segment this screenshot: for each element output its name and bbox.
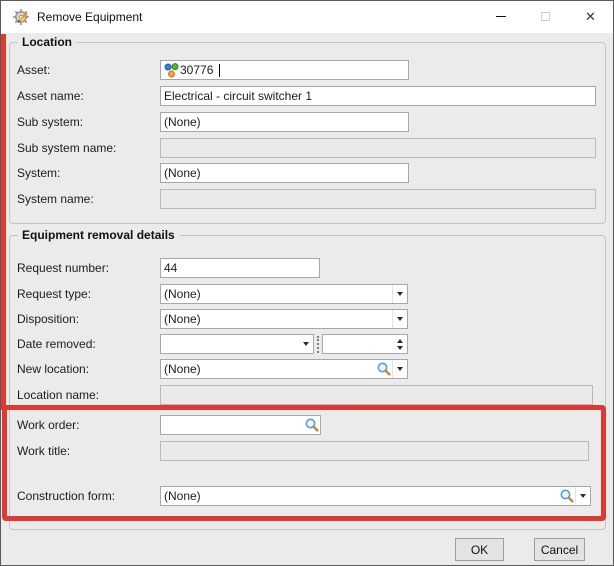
- dropdown-arrow-button[interactable]: [392, 310, 407, 328]
- work-order-input[interactable]: [160, 415, 321, 435]
- request-number-value: 44: [164, 261, 178, 275]
- sub-system-name-label: Sub system name:: [17, 141, 117, 155]
- disposition-value: (None): [164, 312, 201, 326]
- disposition-label: Disposition:: [17, 312, 80, 326]
- red-highlight-left-stripe: [1, 34, 6, 410]
- date-dropdown-arrow-button[interactable]: [298, 335, 313, 353]
- request-type-value: (None): [164, 287, 201, 301]
- chevron-down-icon: [397, 317, 403, 321]
- close-button[interactable]: ✕: [568, 1, 613, 32]
- new-location-value: (None): [164, 362, 201, 376]
- titlebar[interactable]: Remove Equipment ✕: [1, 1, 613, 33]
- maximize-button: [523, 1, 568, 32]
- work-title-field: [160, 441, 589, 461]
- dropdown-arrow-button[interactable]: [575, 487, 590, 505]
- sub-system-name-field: [160, 138, 596, 158]
- request-number-label: Request number:: [17, 261, 110, 275]
- date-removed-date-picker[interactable]: [160, 334, 314, 354]
- construction-form-value: (None): [164, 489, 201, 503]
- work-title-label: Work title:: [17, 444, 71, 458]
- system-field[interactable]: (None): [160, 163, 409, 183]
- asset-input[interactable]: 30776: [160, 60, 409, 80]
- ok-button[interactable]: OK: [455, 538, 504, 561]
- construction-form-dropdown[interactable]: (None): [160, 486, 591, 506]
- gear-pencil-app-icon: [12, 8, 30, 26]
- remove-equipment-dialog: Remove Equipment ✕ Location Asset: 30776…: [0, 0, 614, 566]
- request-type-label: Request type:: [17, 287, 92, 301]
- asset-name-value: Electrical - circuit switcher 1: [164, 89, 313, 103]
- sub-system-field[interactable]: (None): [160, 112, 409, 132]
- asset-name-label: Asset name:: [17, 89, 84, 103]
- asset-name-field: Electrical - circuit switcher 1: [160, 86, 596, 106]
- new-location-dropdown[interactable]: (None): [160, 359, 408, 379]
- date-removed-time-spinner[interactable]: [322, 334, 408, 354]
- asset-tree-icon: [164, 62, 180, 78]
- spin-down-icon: [397, 345, 403, 350]
- window-title: Remove Equipment: [37, 10, 143, 24]
- work-order-label: Work order:: [17, 418, 80, 432]
- location-name-field: [160, 385, 593, 405]
- search-icon[interactable]: [304, 417, 320, 433]
- system-name-field: [160, 189, 596, 209]
- system-label: System:: [17, 166, 61, 180]
- date-time-separator: [317, 336, 319, 353]
- asset-value: 30776: [180, 63, 214, 77]
- dropdown-arrow-button[interactable]: [392, 285, 407, 303]
- close-icon: ✕: [585, 9, 596, 24]
- date-removed-label: Date removed:: [17, 337, 96, 351]
- sub-system-label: Sub system:: [17, 115, 84, 129]
- disposition-dropdown[interactable]: (None): [160, 309, 408, 329]
- time-spin-buttons[interactable]: [393, 335, 407, 353]
- minimize-button[interactable]: [478, 1, 523, 32]
- text-cursor: [219, 63, 220, 77]
- sub-system-value: (None): [164, 115, 201, 129]
- location-group-title: Location: [18, 35, 76, 49]
- chevron-down-icon: [580, 494, 586, 498]
- minimize-icon: [495, 16, 506, 17]
- construction-form-label: Construction form:: [17, 489, 116, 503]
- spin-up-icon: [397, 338, 403, 343]
- search-icon[interactable]: [376, 361, 392, 377]
- chevron-down-icon: [302, 342, 309, 346]
- details-group-title: Equipment removal details: [18, 228, 179, 242]
- chevron-down-icon: [397, 367, 403, 371]
- chevron-down-icon: [397, 292, 403, 296]
- request-number-input[interactable]: 44: [160, 258, 320, 278]
- system-name-label: System name:: [17, 192, 94, 206]
- maximize-icon: [541, 12, 550, 21]
- location-name-label: Location name:: [17, 388, 100, 402]
- system-value: (None): [164, 166, 201, 180]
- caption-buttons: ✕: [478, 1, 613, 32]
- search-icon[interactable]: [559, 488, 575, 504]
- dropdown-arrow-button[interactable]: [392, 360, 407, 378]
- asset-label: Asset:: [17, 63, 51, 77]
- new-location-label: New location:: [17, 362, 90, 376]
- cancel-button[interactable]: Cancel: [534, 538, 585, 561]
- request-type-dropdown[interactable]: (None): [160, 284, 408, 304]
